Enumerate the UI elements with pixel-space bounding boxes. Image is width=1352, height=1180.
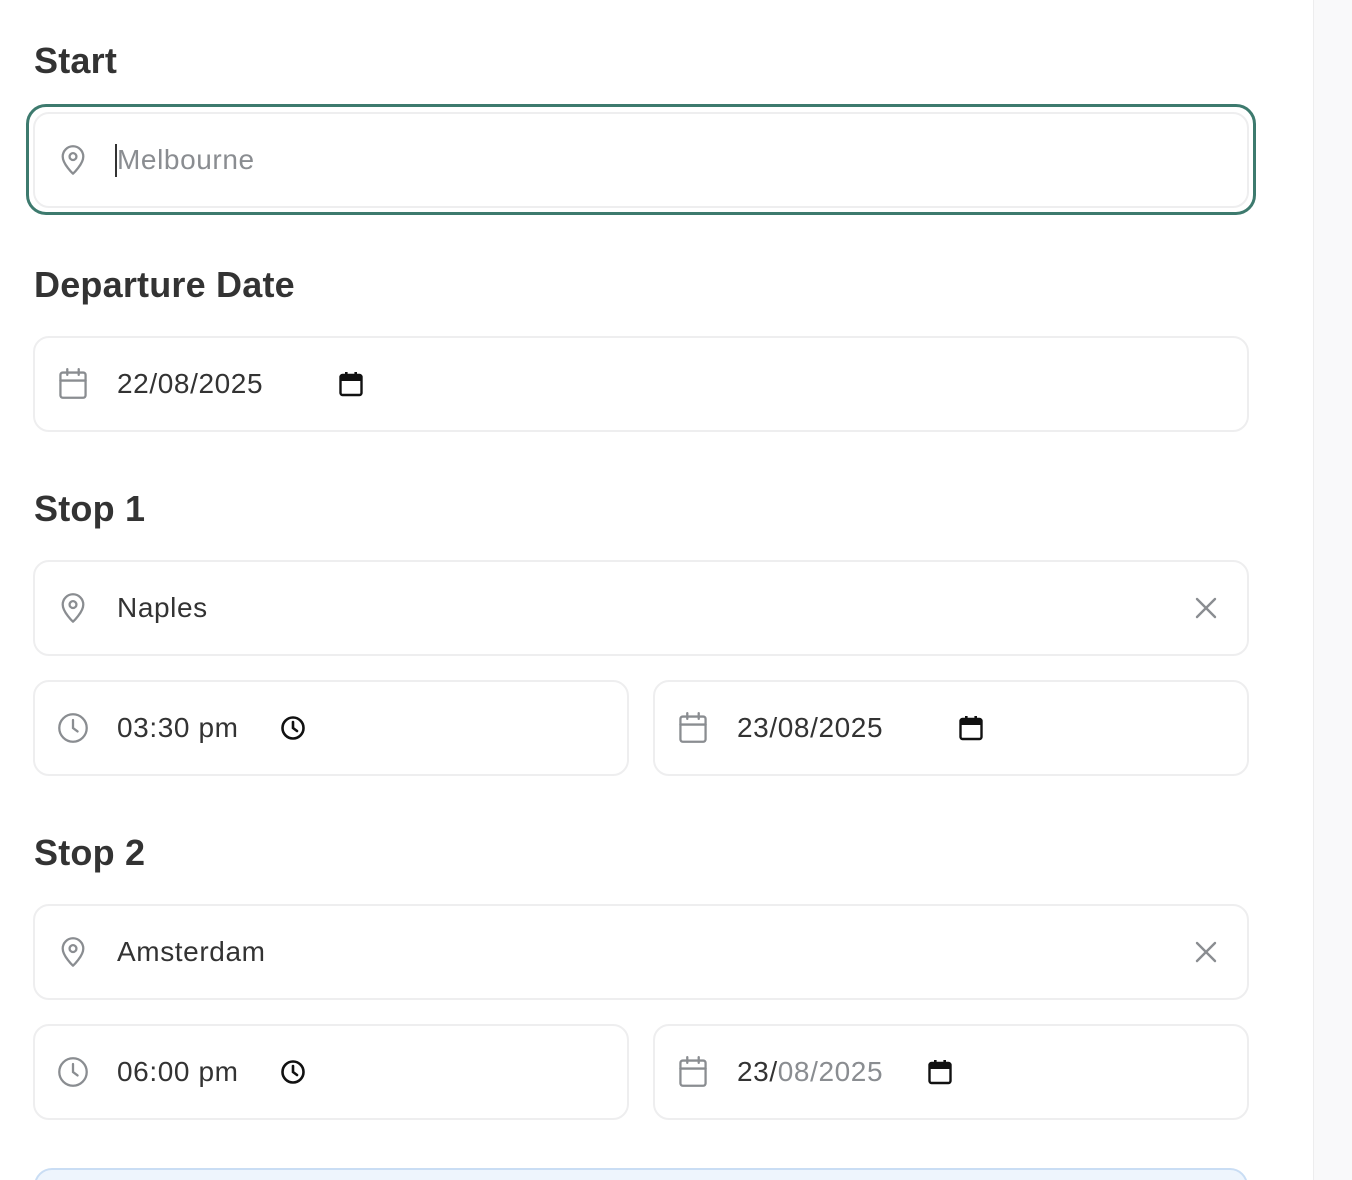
stop-2-date-value: 23/08/2025 bbox=[737, 1056, 883, 1088]
stop-2-date-input[interactable]: 23/08/2025 bbox=[653, 1024, 1249, 1120]
stop-1-time-input[interactable]: 03:30 pm bbox=[33, 680, 629, 776]
stop-2-location-input[interactable]: Amsterdam bbox=[33, 904, 1249, 1000]
stop-2-time-input[interactable]: 06:00 pm bbox=[33, 1024, 629, 1120]
start-label: Start bbox=[34, 40, 118, 81]
stop-2-location-value: Amsterdam bbox=[117, 936, 266, 967]
calendar-picker-icon[interactable] bbox=[957, 714, 985, 742]
right-side-panel bbox=[1313, 0, 1352, 1180]
stop-1-date-value: 23/08/2025 bbox=[737, 712, 884, 743]
remove-stop-2-icon[interactable] bbox=[1191, 937, 1221, 967]
calendar-icon bbox=[57, 368, 89, 400]
stop-1-location-input[interactable]: Naples bbox=[33, 560, 1249, 656]
time-picker-icon[interactable] bbox=[279, 714, 307, 742]
stop-1-label: Stop 1 bbox=[34, 488, 146, 529]
departure-date-label: Departure Date bbox=[34, 264, 295, 305]
stop-2-date-day: 23/ bbox=[737, 1056, 778, 1087]
stop-1-location-value: Naples bbox=[117, 592, 208, 623]
start-location-input[interactable]: Melbourne bbox=[33, 112, 1249, 208]
stop-2-date-month-year: 08/2025 bbox=[777, 1056, 884, 1087]
map-pin-icon bbox=[57, 144, 89, 176]
remove-stop-1-icon[interactable] bbox=[1191, 593, 1221, 623]
start-location-placeholder: Melbourne bbox=[117, 144, 255, 175]
calendar-icon bbox=[677, 1056, 709, 1088]
stop-1-date-input[interactable]: 23/08/2025 bbox=[653, 680, 1249, 776]
clock-icon bbox=[57, 1056, 89, 1088]
calendar-picker-icon[interactable] bbox=[337, 370, 365, 398]
calendar-icon bbox=[677, 712, 709, 744]
stop-2-time-value: 06:00 pm bbox=[117, 1056, 239, 1087]
info-box bbox=[34, 1168, 1248, 1180]
time-picker-icon[interactable] bbox=[279, 1058, 307, 1086]
clock-icon bbox=[57, 712, 89, 744]
text-caret bbox=[115, 144, 117, 177]
stop-2-label: Stop 2 bbox=[34, 832, 146, 873]
departure-date-value: 22/08/2025 bbox=[117, 368, 264, 399]
calendar-picker-icon[interactable] bbox=[926, 1058, 954, 1086]
stop-1-time-value: 03:30 pm bbox=[117, 712, 239, 743]
map-pin-icon bbox=[57, 936, 89, 968]
map-pin-icon bbox=[57, 592, 89, 624]
departure-date-input[interactable]: 22/08/2025 bbox=[33, 336, 1249, 432]
